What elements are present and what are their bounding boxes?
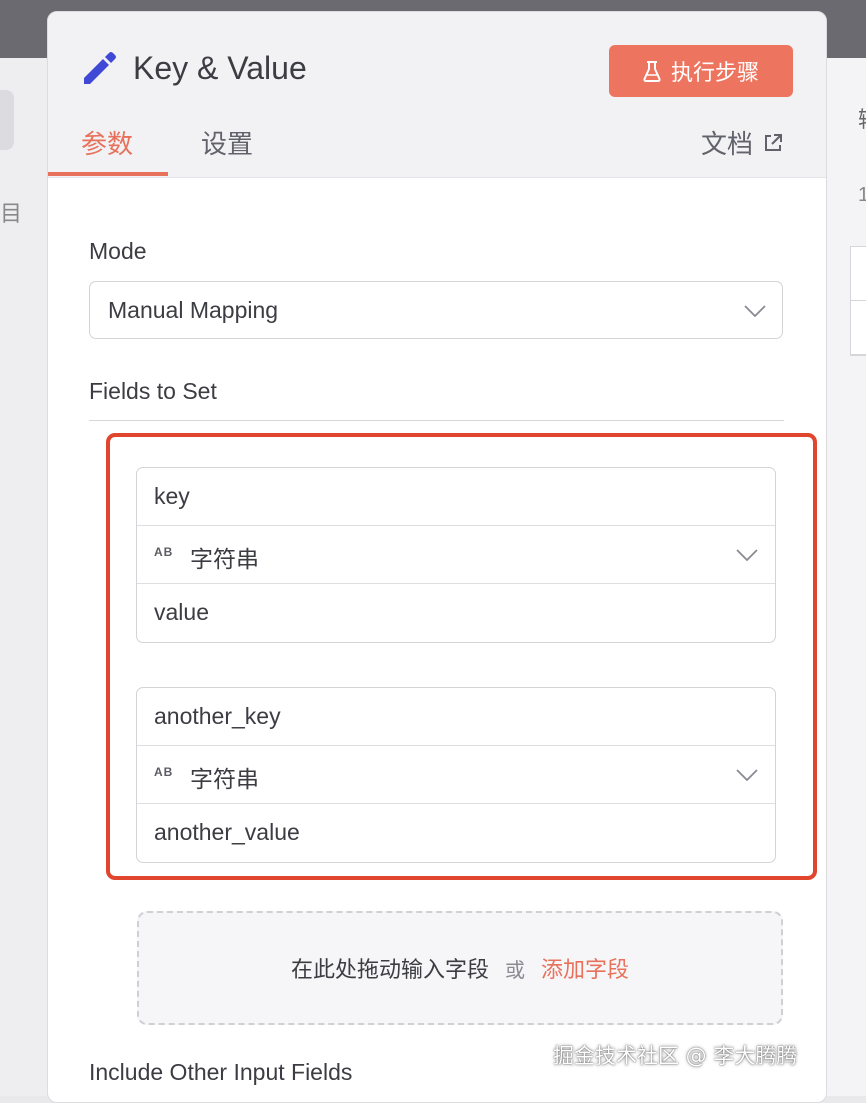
- mode-select[interactable]: Manual Mapping: [89, 281, 783, 339]
- field-type-select[interactable]: AB 字符串: [137, 526, 775, 584]
- right-partial-table: [850, 246, 866, 356]
- tab-params[interactable]: 参数: [81, 124, 133, 161]
- panel-header: Key & Value 执行步骤 参数 设置 文档: [48, 12, 826, 178]
- string-type-icon: AB: [154, 545, 174, 559]
- include-other-fields-label: Include Other Input Fields: [89, 1059, 353, 1085]
- dropzone-text: 在此处拖动输入字段: [290, 958, 489, 983]
- watermark: 掘金技术社区 @ 李大腾腾: [553, 1044, 798, 1068]
- sidebar-partial-glyph: 目: [0, 202, 23, 227]
- dropzone-or: 或: [505, 957, 525, 982]
- right-partial-number: 1: [858, 184, 866, 206]
- chevron-down-icon: [736, 769, 758, 781]
- fields-to-set-label: Fields to Set: [89, 378, 217, 404]
- mode-select-value: Manual Mapping: [108, 297, 279, 323]
- pencil-icon: [84, 52, 116, 84]
- field-type-select[interactable]: AB 字符串: [137, 746, 775, 804]
- chevron-down-icon: [736, 549, 758, 561]
- field-assignment-2: another_key AB 字符串 another_value: [136, 687, 776, 863]
- field-value-text: value: [154, 599, 209, 625]
- field-type-value: 字符串: [190, 767, 259, 793]
- execute-step-label: 执行步骤: [670, 61, 759, 86]
- field-value-input[interactable]: value: [137, 584, 775, 642]
- section-divider: [89, 420, 784, 421]
- field-value-input[interactable]: another_value: [137, 804, 775, 862]
- panel-title: Key & Value: [133, 50, 307, 86]
- chevron-down-icon: [744, 305, 766, 317]
- sidebar-selected-pill: [0, 90, 14, 150]
- field-dropzone[interactable]: 在此处拖动输入字段 或 添加字段: [137, 911, 783, 1025]
- flask-icon: [643, 61, 661, 82]
- field-name-value: another_key: [154, 703, 281, 729]
- active-tab-indicator: [48, 172, 168, 176]
- external-link-icon: [765, 133, 783, 151]
- tab-settings[interactable]: 设置: [201, 124, 253, 161]
- field-value-text: another_value: [154, 819, 300, 845]
- field-name-value: key: [154, 483, 190, 509]
- docs-label: 文档: [701, 130, 754, 160]
- mode-label: Mode: [89, 238, 147, 264]
- background-left-sidebar: 目: [0, 58, 47, 1096]
- field-name-input[interactable]: key: [137, 468, 775, 526]
- field-type-value: 字符串: [190, 547, 259, 573]
- node-editor-panel: Key & Value 执行步骤 参数 设置 文档 Mode Manual Ma…: [47, 11, 827, 1103]
- execute-step-button[interactable]: 执行步骤: [609, 45, 793, 97]
- field-name-input[interactable]: another_key: [137, 688, 775, 746]
- string-type-icon: AB: [154, 765, 174, 779]
- right-partial-glyph: 输: [858, 102, 866, 134]
- tab-docs[interactable]: 文档: [701, 124, 783, 161]
- background-right-panel: 输 1: [825, 58, 866, 1096]
- add-field-link[interactable]: 添加字段: [541, 952, 629, 984]
- field-assignment-1: key AB 字符串 value: [136, 467, 776, 643]
